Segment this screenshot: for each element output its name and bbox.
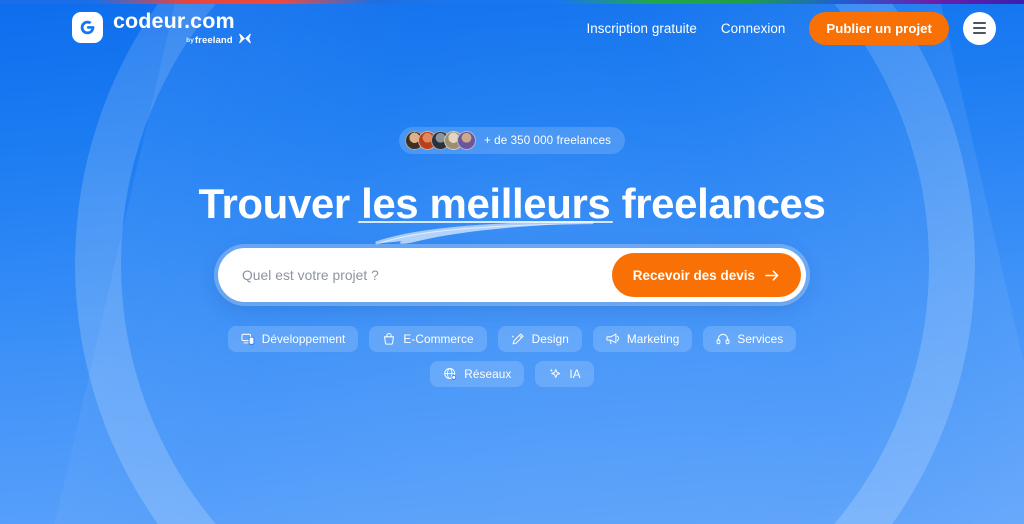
devices-icon — [241, 334, 255, 346]
burger-bar — [973, 27, 986, 29]
chip-design[interactable]: Design — [497, 326, 582, 353]
burger-bar — [973, 22, 986, 24]
nav-link-signup[interactable]: Inscription gratuite — [586, 21, 696, 36]
main-navigation: Inscription gratuite Connexion Publier u… — [586, 11, 996, 45]
category-chip-list: Développement E-Commerce Design Marketin… — [202, 326, 822, 388]
hero-content: + de 350 000 freelances Trouver les meil… — [0, 0, 1024, 524]
chip-label: Services — [737, 332, 784, 347]
chip-marketing[interactable]: Marketing — [592, 326, 693, 353]
brand-by-label: by — [186, 37, 194, 44]
brand-wordmark-group: codeur.com byfreeland — [113, 9, 251, 46]
chip-label: IA — [569, 367, 581, 382]
chip-services[interactable]: Services — [703, 326, 797, 353]
publish-project-button[interactable]: Publier un projet — [809, 11, 949, 45]
headline-emphasis: les meilleurs — [361, 180, 611, 227]
brand-wordmark: codeur.com — [113, 9, 235, 33]
magic-pen-icon — [511, 333, 524, 345]
chip-developpement[interactable]: Développement — [227, 326, 359, 353]
project-search-bar: Recevoir des devis — [218, 248, 806, 303]
headset-icon — [716, 334, 730, 345]
arrow-right-icon — [765, 270, 779, 281]
page-title: Trouver les meilleurs freelances — [198, 180, 826, 245]
nav-link-login[interactable]: Connexion — [721, 21, 785, 36]
brand-parent-line: byfreeland — [113, 34, 235, 46]
hero-section: codeur.com byfreeland Inscription gratui… — [0, 0, 1024, 524]
chip-label: Développement — [261, 332, 346, 347]
avatar-freelance-5 — [456, 131, 476, 150]
site-header: codeur.com byfreeland Inscription gratui… — [0, 0, 1024, 56]
chip-label: Marketing — [626, 332, 680, 347]
headline-underline — [358, 220, 614, 224]
chip-reseaux[interactable]: Réseaux — [430, 361, 525, 388]
headline-before: Trouver — [198, 180, 362, 227]
chip-ia[interactable]: IA — [535, 361, 594, 388]
chip-ecommerce[interactable]: E-Commerce — [369, 326, 487, 353]
headline-emphasis-wrap: les meilleurs — [358, 180, 614, 227]
social-proof-badge: + de 350 000 freelances — [398, 127, 626, 154]
search-input[interactable] — [240, 266, 612, 284]
codeur-c-logo-icon — [72, 12, 103, 43]
chip-label: Design — [531, 332, 569, 347]
social-proof-text: + de 350 000 freelances — [483, 134, 612, 147]
brand-parent-name: freeland — [194, 34, 233, 46]
top-gradient-strip — [0, 0, 1024, 4]
chip-label: Réseaux — [464, 367, 512, 382]
burger-bar — [973, 32, 986, 34]
headline-after: freelances — [610, 180, 826, 227]
freeland-butterfly-icon — [238, 33, 251, 44]
brand-logo-link[interactable]: codeur.com byfreeland — [72, 9, 251, 46]
hamburger-menu-icon[interactable] — [963, 11, 996, 45]
shopping-basket-icon — [384, 333, 395, 346]
receive-quotes-label: Recevoir des devis — [632, 267, 755, 283]
megaphone-icon — [606, 333, 619, 345]
sparkle-ai-icon — [550, 369, 561, 379]
avatar-stack — [404, 131, 476, 150]
chip-label: E-Commerce — [403, 332, 474, 347]
globe-network-icon — [444, 368, 457, 381]
receive-quotes-button[interactable]: Recevoir des devis — [611, 253, 801, 298]
